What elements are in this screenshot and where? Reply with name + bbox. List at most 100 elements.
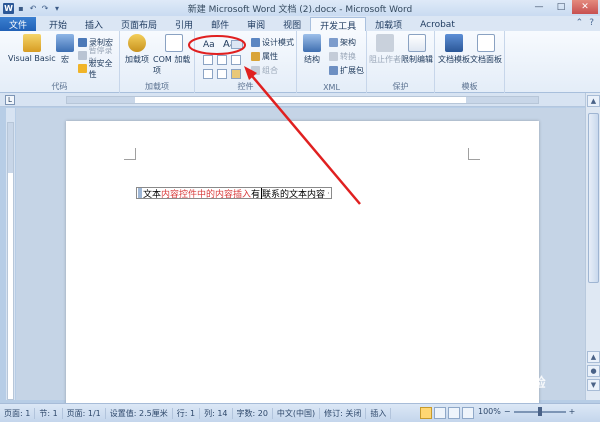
select-browse-object-icon[interactable]: ● (587, 365, 600, 377)
group-xml: 结构 架构 转换 扩展包 XML (297, 31, 367, 93)
group-label-templates: 模板 (461, 82, 478, 91)
status-bar: 页面: 1 节: 1 页面: 1/1 设置值: 2.5厘米 行: 1 列: 14… (0, 403, 600, 422)
baidu-watermark: Bai 经验 (492, 376, 546, 391)
group-label-xml: XML (323, 83, 340, 92)
tab-acrobat[interactable]: Acrobat (411, 17, 464, 32)
content-control-handle[interactable] (138, 188, 142, 198)
com-addins-button[interactable]: COM 加载项 (153, 34, 194, 76)
tab-developer[interactable]: 开发工具 (310, 17, 367, 32)
ruler-track (66, 96, 539, 104)
zoom-control: 100% − + (478, 406, 576, 416)
block-authors-icon (376, 34, 394, 52)
zoom-slider-knob[interactable] (537, 406, 542, 416)
schema-icon (329, 38, 338, 47)
dropdown-list-control-icon[interactable] (203, 69, 213, 79)
ribbon-tabs: 文件 开始 插入 页面布局 引用 邮件 审阅 视图 开发工具 加载项 Acrob… (0, 16, 600, 32)
tab-insert[interactable]: 插入 (76, 17, 112, 32)
web-layout-view-icon[interactable] (448, 407, 460, 419)
properties-icon (251, 52, 260, 61)
plain-text-content-control-box[interactable]: 文本 内容控件中的内容插入 有 联系的文本内容 · (136, 187, 332, 200)
outline-view-icon[interactable] (462, 407, 474, 419)
visual-basic-icon (22, 34, 41, 52)
zoom-slider[interactable] (513, 406, 566, 416)
close-icon[interactable]: ✕ (572, 0, 598, 14)
transform-button[interactable]: 转换 (329, 51, 356, 62)
zoom-out-icon[interactable]: − (504, 407, 511, 416)
tab-home[interactable]: 开始 (40, 17, 76, 32)
addins-button[interactable]: 加载项 (125, 34, 149, 65)
document-template-icon (445, 34, 463, 52)
checkbox-control-icon[interactable] (217, 55, 227, 65)
combo-box-control-icon[interactable] (231, 55, 241, 65)
status-position[interactable]: 设置值: 2.5厘米 (106, 407, 173, 419)
record-macro-icon (78, 38, 87, 47)
schema-button[interactable]: 架构 (329, 37, 356, 48)
full-screen-reading-view-icon[interactable] (434, 407, 446, 419)
vertical-ruler-track (7, 122, 14, 400)
margin-corner-top-left (124, 148, 136, 160)
group-button[interactable]: 组合 (251, 65, 278, 76)
document-page[interactable]: 文本 内容控件中的内容插入 有 联系的文本内容 · (66, 121, 539, 406)
rich-text-content-control[interactable]: Aa (203, 39, 215, 50)
status-insert-mode[interactable]: 插入 (366, 407, 392, 419)
next-page-icon[interactable]: ▼ (587, 379, 600, 391)
expansion-pack-button[interactable]: 扩展包 (329, 65, 364, 76)
picture-control-icon[interactable] (231, 40, 243, 49)
minimize-icon[interactable]: — (528, 0, 550, 14)
date-picker-control-icon[interactable] (217, 69, 227, 79)
tab-page-layout[interactable]: 页面布局 (112, 17, 166, 32)
status-section[interactable]: 节: 1 (35, 407, 63, 419)
legacy-tools-icon[interactable] (231, 69, 241, 79)
zoom-in-icon[interactable]: + (569, 407, 576, 416)
status-line[interactable]: 行: 1 (173, 407, 201, 419)
status-page[interactable]: 页面: 1 (0, 407, 36, 419)
vertical-scrollbar[interactable]: ▲ ▲ ● ▼ (585, 93, 600, 400)
status-track-changes[interactable]: 修订: 关闭 (320, 407, 367, 419)
document-area: 文本 内容控件中的内容插入 有 联系的文本内容 · (16, 108, 585, 406)
tab-selector[interactable]: L (5, 95, 15, 105)
building-block-control-icon[interactable] (203, 55, 213, 65)
maximize-icon[interactable]: □ (550, 0, 572, 14)
tab-review[interactable]: 审阅 (238, 17, 274, 32)
group-templates: 文档模板 文档面板 模板 (435, 31, 505, 93)
macro-icon (56, 34, 74, 52)
status-language[interactable]: 中文(中国) (273, 407, 321, 419)
design-mode-button[interactable]: 设计模式 (251, 37, 294, 48)
document-panel-icon (477, 34, 495, 52)
tab-file[interactable]: 文件 (0, 17, 36, 32)
tab-addins[interactable]: 加载项 (366, 17, 411, 32)
help-icon[interactable]: ? (589, 18, 594, 28)
structure-button[interactable]: 结构 (303, 34, 321, 65)
scroll-up-icon[interactable]: ▲ (587, 95, 600, 107)
zoom-level[interactable]: 100% (478, 407, 501, 416)
restrict-editing-button[interactable]: 限制编辑 (401, 34, 433, 65)
scrollbar-thumb[interactable] (588, 113, 599, 283)
margin-corner-top-right (468, 148, 480, 160)
group-protect: 阻止作者 限制编辑 保护 (367, 31, 435, 93)
print-layout-view-icon[interactable] (420, 407, 432, 419)
status-column[interactable]: 列: 14 (200, 407, 233, 419)
horizontal-ruler[interactable]: L (0, 93, 600, 107)
macro-button[interactable]: 宏 (56, 34, 74, 65)
status-word-count[interactable]: 字数: 20 (233, 407, 273, 419)
tab-view[interactable]: 视图 (274, 17, 310, 32)
lock-icon (408, 34, 426, 52)
block-authors-button[interactable]: 阻止作者 (369, 34, 401, 65)
document-panel-button[interactable]: 文档面板 (470, 34, 502, 65)
tab-references[interactable]: 引用 (166, 17, 202, 32)
minimize-ribbon-icon[interactable]: ⌃ (576, 18, 584, 28)
macro-security-button[interactable]: 宏安全性 (78, 59, 119, 79)
tab-mailings[interactable]: 邮件 (202, 17, 238, 32)
ribbon-right-controls: ⌃ ? (576, 18, 594, 28)
properties-button[interactable]: 属性 (251, 51, 278, 62)
status-page-count[interactable]: 页面: 1/1 (63, 407, 106, 419)
expansion-pack-icon (329, 66, 338, 75)
group-icon (251, 66, 260, 75)
group-addins: 加载项 COM 加载项 加载项 (120, 31, 195, 93)
vertical-ruler[interactable] (6, 108, 15, 400)
visual-basic-button[interactable]: Visual Basic (8, 34, 56, 63)
window-title: 新建 Microsoft Word 文档 (2).docx - Microsof… (187, 5, 413, 15)
previous-page-icon[interactable]: ▲ (587, 351, 600, 363)
document-template-button[interactable]: 文档模板 (438, 34, 470, 65)
transform-icon (329, 52, 338, 61)
